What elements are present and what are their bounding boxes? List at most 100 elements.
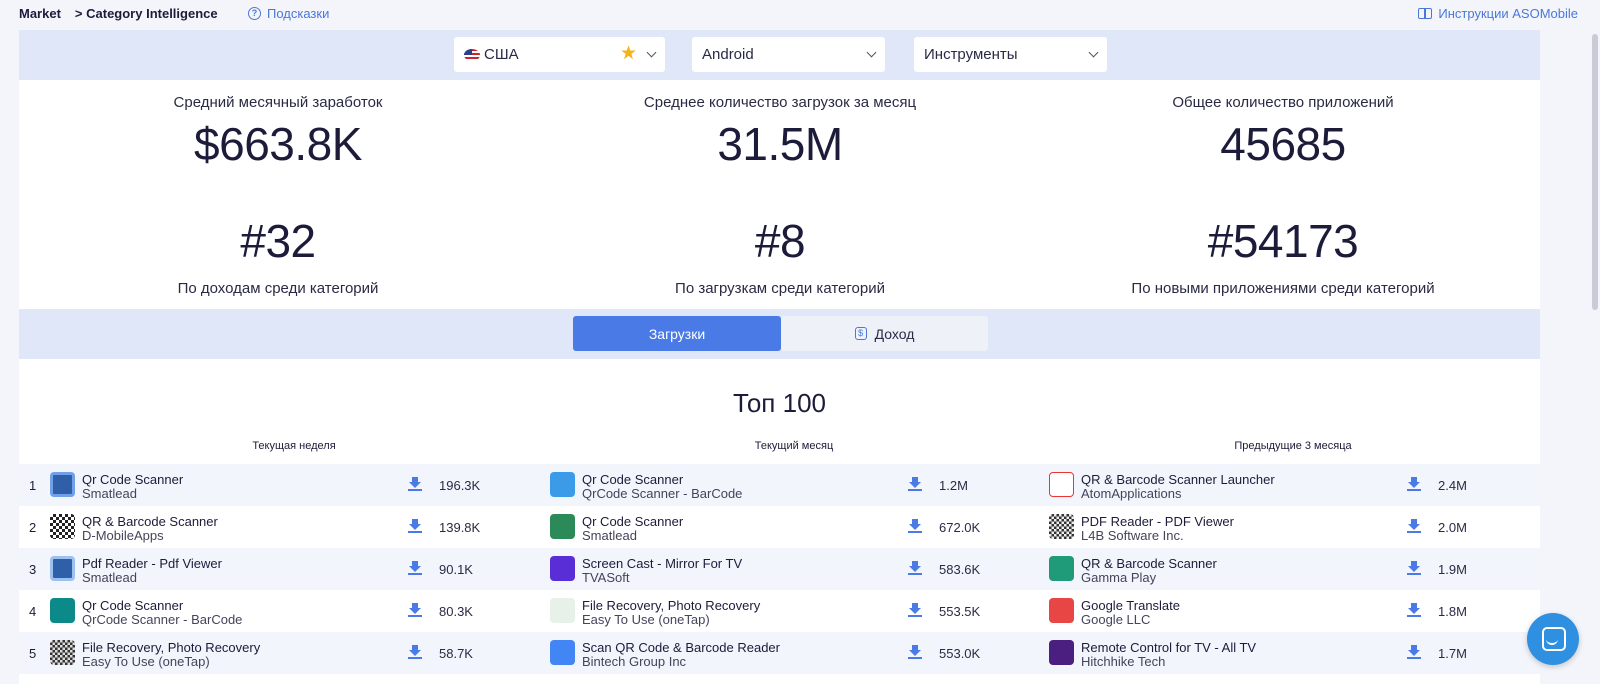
app-name[interactable]: Qr Code Scanner bbox=[582, 472, 683, 487]
stat-avg-downloads: Среднее количество загрузок за месяц 31.… bbox=[530, 94, 1030, 171]
breadcrumb: Market > Category Intelligence bbox=[19, 6, 218, 21]
app-developer: Easy To Use (oneTap) bbox=[82, 654, 210, 669]
stat-rank-revenue: #32 По доходам среди категорий bbox=[28, 214, 528, 297]
app-name[interactable]: Qr Code Scanner bbox=[582, 514, 683, 529]
app-name[interactable]: QR & Barcode Scanner bbox=[1081, 556, 1217, 571]
hints-link[interactable]: ? Подсказки bbox=[248, 6, 329, 21]
app-cell-week[interactable]: QR & Barcode Scanner D-MobileApps 139.8K bbox=[50, 506, 550, 548]
app-cell-week[interactable]: Qr Code Scanner QrCode Scanner - BarCode 8… bbox=[50, 590, 550, 632]
app-cell-month[interactable]: Qr Code Scanner Smatlead 672.0K bbox=[550, 506, 1050, 548]
chevron-down-icon bbox=[646, 47, 657, 58]
app-icon bbox=[550, 556, 575, 581]
app-cell-week[interactable]: File Recovery, Photo Recovery Easy To Use… bbox=[50, 632, 550, 674]
instructions-label: Инструкции ASOMobile bbox=[1438, 6, 1578, 21]
download-icon bbox=[408, 477, 422, 491]
app-developer: Bintech Group Inc bbox=[582, 654, 687, 669]
app-cell-month[interactable]: File Recovery, Photo Recovery Easy To Use… bbox=[550, 590, 1050, 632]
app-name[interactable]: Remote Control for TV - All TV bbox=[1081, 640, 1256, 655]
column-header-week: Текущая неделя bbox=[252, 440, 336, 452]
app-cell-month[interactable]: Scan QR Code & Barcode Reader Bintech Gro… bbox=[550, 632, 1050, 674]
app-name[interactable]: Scan QR Code & Barcode Reader bbox=[582, 640, 780, 655]
app-developer: Easy To Use (oneTap) bbox=[582, 612, 710, 627]
downloads-value: 2.0M bbox=[1438, 520, 1467, 535]
app-icon bbox=[550, 640, 575, 665]
downloads-value: 553.5K bbox=[939, 604, 981, 619]
app-developer: TVASoft bbox=[582, 570, 630, 585]
tab-revenue-label: Доход bbox=[874, 325, 915, 342]
app-cell-quarter[interactable]: PDF Reader - PDF Viewer L4B Software Inc.… bbox=[1049, 506, 1549, 548]
instructions-link[interactable]: Инструкции ASOMobile bbox=[1418, 6, 1578, 21]
app-icon bbox=[1049, 640, 1074, 665]
app-name[interactable]: Qr Code Scanner bbox=[82, 598, 183, 613]
app-name[interactable]: Screen Cast - Mirror For TV bbox=[582, 556, 742, 571]
download-icon bbox=[908, 561, 922, 575]
app-icon bbox=[550, 514, 575, 539]
stat-value: 45685 bbox=[1220, 118, 1346, 170]
download-icon bbox=[908, 603, 922, 617]
download-icon bbox=[908, 477, 922, 491]
rank-number: 2 bbox=[29, 520, 37, 535]
app-developer: AtomApplications bbox=[1081, 486, 1182, 501]
app-cell-quarter[interactable]: Google Translate Google LLC 1.8M bbox=[1049, 590, 1549, 632]
table-row: 3 Pdf Reader - Pdf Viewer Smatlead 90.1K Scr… bbox=[19, 548, 1540, 590]
app-developer: L4B Software Inc. bbox=[1081, 528, 1184, 543]
star-icon[interactable]: ★ bbox=[620, 44, 637, 64]
app-name[interactable]: Pdf Reader - Pdf Viewer bbox=[82, 556, 222, 571]
app-cell-quarter[interactable]: QR & Barcode Scanner Gamma Play 1.9M bbox=[1049, 548, 1549, 590]
category-select[interactable]: Инструменты bbox=[914, 37, 1107, 72]
country-select[interactable]: США ★ bbox=[454, 37, 665, 72]
table-row: 2 QR & Barcode Scanner D-MobileApps 139.8K Q… bbox=[19, 506, 1540, 548]
downloads-value: 139.8K bbox=[439, 520, 481, 535]
app-developer: Smatlead bbox=[582, 528, 637, 543]
app-name[interactable]: Google Translate bbox=[1081, 598, 1180, 613]
tab-revenue[interactable]: $ Доход bbox=[781, 316, 988, 351]
rank-number: 1 bbox=[29, 478, 37, 493]
app-cell-week[interactable]: Pdf Reader - Pdf Viewer Smatlead 90.1K bbox=[50, 548, 550, 590]
top-100-table: 1 Qr Code Scanner Smatlead 196.3K Qr Code Sc… bbox=[19, 464, 1540, 674]
app-name[interactable]: QR & Barcode Scanner bbox=[82, 514, 218, 529]
download-icon bbox=[1407, 561, 1421, 575]
downloads-value: 1.2M bbox=[939, 478, 968, 493]
scrollbar[interactable] bbox=[1590, 30, 1600, 684]
scrollbar-thumb[interactable] bbox=[1592, 34, 1598, 310]
app-name[interactable]: QR & Barcode Scanner Launcher bbox=[1081, 472, 1275, 487]
stat-label: Среднее количество загрузок за месяц bbox=[643, 94, 917, 111]
app-name[interactable]: Qr Code Scanner bbox=[82, 472, 183, 487]
app-cell-month[interactable]: Qr Code Scanner QrCode Scanner - BarCode 1… bbox=[550, 464, 1050, 506]
stat-label: Общее количество приложений bbox=[1172, 94, 1394, 111]
app-cell-week[interactable]: Qr Code Scanner Smatlead 196.3K bbox=[50, 464, 550, 506]
app-developer: Smatlead bbox=[82, 570, 137, 585]
download-icon bbox=[408, 519, 422, 533]
rank-number: 3 bbox=[29, 562, 37, 577]
app-developer: Gamma Play bbox=[1081, 570, 1157, 585]
platform-select[interactable]: Android bbox=[692, 37, 885, 72]
download-icon bbox=[1407, 645, 1421, 659]
download-icon bbox=[908, 645, 922, 659]
app-cell-month[interactable]: Screen Cast - Mirror For TV TVASoft 583.6K bbox=[550, 548, 1050, 590]
app-icon bbox=[550, 472, 575, 497]
app-developer: D-MobileApps bbox=[82, 528, 164, 543]
breadcrumb-market[interactable]: Market bbox=[19, 6, 61, 21]
app-developer: Smatlead bbox=[82, 486, 137, 501]
table-row: 1 Qr Code Scanner Smatlead 196.3K Qr Code Sc… bbox=[19, 464, 1540, 506]
stat-rank-downloads: #8 По загрузкам среди категорий bbox=[530, 214, 1030, 297]
stat-rank-new: #54173 По новыми приложениями среди кате… bbox=[1033, 214, 1533, 297]
app-name[interactable]: PDF Reader - PDF Viewer bbox=[1081, 514, 1234, 529]
app-cell-quarter[interactable]: Remote Control for TV - All TV Hitchhike … bbox=[1049, 632, 1549, 674]
app-name[interactable]: File Recovery, Photo Recovery bbox=[582, 598, 760, 613]
app-developer: Google LLC bbox=[1081, 612, 1151, 627]
downloads-value: 90.1K bbox=[439, 562, 473, 577]
app-name[interactable]: File Recovery, Photo Recovery bbox=[82, 640, 260, 655]
stat-value: 31.5M bbox=[717, 118, 843, 170]
download-icon bbox=[408, 645, 422, 659]
app-cell-quarter[interactable]: QR & Barcode Scanner Launcher AtomApplica… bbox=[1049, 464, 1549, 506]
download-icon bbox=[1407, 519, 1421, 533]
chat-bubble-icon[interactable] bbox=[1527, 613, 1579, 665]
book-icon bbox=[1418, 8, 1433, 19]
downloads-value: 2.4M bbox=[1438, 478, 1467, 493]
downloads-value: 1.7M bbox=[1438, 646, 1467, 661]
app-developer: QrCode Scanner - BarCode bbox=[82, 612, 243, 627]
stat-label: По новыми приложениями среди категорий bbox=[1131, 280, 1435, 297]
tab-downloads[interactable]: Загрузки bbox=[573, 316, 781, 351]
app-icon bbox=[50, 514, 75, 539]
